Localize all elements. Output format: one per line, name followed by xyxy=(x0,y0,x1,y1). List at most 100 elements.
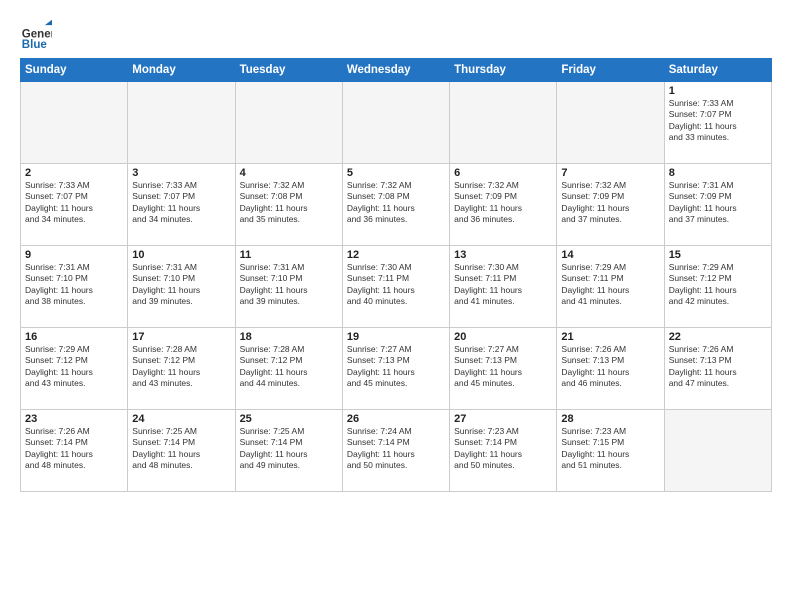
day-number: 16 xyxy=(25,331,123,343)
day-detail-text: Sunrise: 7:30 AM Sunset: 7:11 PM Dayligh… xyxy=(347,262,445,308)
calendar-day-2: 2Sunrise: 7:33 AM Sunset: 7:07 PM Daylig… xyxy=(21,164,128,246)
day-number: 19 xyxy=(347,331,445,343)
day-number: 1 xyxy=(669,85,767,97)
calendar-day-empty xyxy=(557,82,664,164)
calendar-day-9: 9Sunrise: 7:31 AM Sunset: 7:10 PM Daylig… xyxy=(21,246,128,328)
day-detail-text: Sunrise: 7:29 AM Sunset: 7:11 PM Dayligh… xyxy=(561,262,659,308)
day-number: 15 xyxy=(669,249,767,261)
calendar-day-28: 28Sunrise: 7:23 AM Sunset: 7:15 PM Dayli… xyxy=(557,410,664,492)
calendar-day-empty xyxy=(342,82,449,164)
day-detail-text: Sunrise: 7:33 AM Sunset: 7:07 PM Dayligh… xyxy=(669,98,767,144)
calendar-day-24: 24Sunrise: 7:25 AM Sunset: 7:14 PM Dayli… xyxy=(128,410,235,492)
calendar-day-14: 14Sunrise: 7:29 AM Sunset: 7:11 PM Dayli… xyxy=(557,246,664,328)
day-number: 27 xyxy=(454,413,552,425)
logo: General Blue xyxy=(20,18,52,50)
day-header-sunday: Sunday xyxy=(21,59,128,82)
day-number: 24 xyxy=(132,413,230,425)
calendar-table: SundayMondayTuesdayWednesdayThursdayFrid… xyxy=(20,58,772,492)
day-number: 21 xyxy=(561,331,659,343)
calendar-day-22: 22Sunrise: 7:26 AM Sunset: 7:13 PM Dayli… xyxy=(664,328,771,410)
calendar-day-empty xyxy=(664,410,771,492)
calendar-day-23: 23Sunrise: 7:26 AM Sunset: 7:14 PM Dayli… xyxy=(21,410,128,492)
calendar-week-3: 9Sunrise: 7:31 AM Sunset: 7:10 PM Daylig… xyxy=(21,246,772,328)
calendar-day-18: 18Sunrise: 7:28 AM Sunset: 7:12 PM Dayli… xyxy=(235,328,342,410)
calendar-day-15: 15Sunrise: 7:29 AM Sunset: 7:12 PM Dayli… xyxy=(664,246,771,328)
calendar-day-empty xyxy=(21,82,128,164)
day-number: 3 xyxy=(132,167,230,179)
day-detail-text: Sunrise: 7:32 AM Sunset: 7:08 PM Dayligh… xyxy=(347,180,445,226)
day-header-monday: Monday xyxy=(128,59,235,82)
day-number: 17 xyxy=(132,331,230,343)
calendar-day-19: 19Sunrise: 7:27 AM Sunset: 7:13 PM Dayli… xyxy=(342,328,449,410)
day-detail-text: Sunrise: 7:29 AM Sunset: 7:12 PM Dayligh… xyxy=(25,344,123,390)
day-detail-text: Sunrise: 7:23 AM Sunset: 7:14 PM Dayligh… xyxy=(454,426,552,472)
calendar-week-4: 16Sunrise: 7:29 AM Sunset: 7:12 PM Dayli… xyxy=(21,328,772,410)
day-number: 20 xyxy=(454,331,552,343)
calendar-day-5: 5Sunrise: 7:32 AM Sunset: 7:08 PM Daylig… xyxy=(342,164,449,246)
day-number: 10 xyxy=(132,249,230,261)
day-detail-text: Sunrise: 7:31 AM Sunset: 7:10 PM Dayligh… xyxy=(25,262,123,308)
day-detail-text: Sunrise: 7:31 AM Sunset: 7:10 PM Dayligh… xyxy=(132,262,230,308)
calendar-day-21: 21Sunrise: 7:26 AM Sunset: 7:13 PM Dayli… xyxy=(557,328,664,410)
calendar-day-11: 11Sunrise: 7:31 AM Sunset: 7:10 PM Dayli… xyxy=(235,246,342,328)
day-number: 14 xyxy=(561,249,659,261)
calendar-day-20: 20Sunrise: 7:27 AM Sunset: 7:13 PM Dayli… xyxy=(450,328,557,410)
calendar-day-16: 16Sunrise: 7:29 AM Sunset: 7:12 PM Dayli… xyxy=(21,328,128,410)
calendar-body: 1Sunrise: 7:33 AM Sunset: 7:07 PM Daylig… xyxy=(21,82,772,492)
day-number: 25 xyxy=(240,413,338,425)
day-detail-text: Sunrise: 7:32 AM Sunset: 7:09 PM Dayligh… xyxy=(561,180,659,226)
calendar-day-7: 7Sunrise: 7:32 AM Sunset: 7:09 PM Daylig… xyxy=(557,164,664,246)
day-number: 4 xyxy=(240,167,338,179)
calendar-day-10: 10Sunrise: 7:31 AM Sunset: 7:10 PM Dayli… xyxy=(128,246,235,328)
day-detail-text: Sunrise: 7:28 AM Sunset: 7:12 PM Dayligh… xyxy=(132,344,230,390)
day-number: 26 xyxy=(347,413,445,425)
logo-icon: General Blue xyxy=(20,18,52,50)
calendar-week-1: 1Sunrise: 7:33 AM Sunset: 7:07 PM Daylig… xyxy=(21,82,772,164)
calendar-day-1: 1Sunrise: 7:33 AM Sunset: 7:07 PM Daylig… xyxy=(664,82,771,164)
calendar-day-13: 13Sunrise: 7:30 AM Sunset: 7:11 PM Dayli… xyxy=(450,246,557,328)
calendar-day-empty xyxy=(450,82,557,164)
svg-text:Blue: Blue xyxy=(22,39,48,50)
calendar-day-empty xyxy=(128,82,235,164)
calendar-day-17: 17Sunrise: 7:28 AM Sunset: 7:12 PM Dayli… xyxy=(128,328,235,410)
day-detail-text: Sunrise: 7:29 AM Sunset: 7:12 PM Dayligh… xyxy=(669,262,767,308)
day-detail-text: Sunrise: 7:25 AM Sunset: 7:14 PM Dayligh… xyxy=(240,426,338,472)
day-detail-text: Sunrise: 7:24 AM Sunset: 7:14 PM Dayligh… xyxy=(347,426,445,472)
day-number: 11 xyxy=(240,249,338,261)
day-number: 5 xyxy=(347,167,445,179)
calendar-header: General Blue xyxy=(20,18,772,50)
day-detail-text: Sunrise: 7:30 AM Sunset: 7:11 PM Dayligh… xyxy=(454,262,552,308)
day-detail-text: Sunrise: 7:26 AM Sunset: 7:13 PM Dayligh… xyxy=(669,344,767,390)
day-detail-text: Sunrise: 7:27 AM Sunset: 7:13 PM Dayligh… xyxy=(454,344,552,390)
day-number: 22 xyxy=(669,331,767,343)
day-headers-row: SundayMondayTuesdayWednesdayThursdayFrid… xyxy=(21,59,772,82)
calendar-day-26: 26Sunrise: 7:24 AM Sunset: 7:14 PM Dayli… xyxy=(342,410,449,492)
day-number: 12 xyxy=(347,249,445,261)
day-number: 7 xyxy=(561,167,659,179)
day-number: 23 xyxy=(25,413,123,425)
calendar-day-3: 3Sunrise: 7:33 AM Sunset: 7:07 PM Daylig… xyxy=(128,164,235,246)
calendar-day-8: 8Sunrise: 7:31 AM Sunset: 7:09 PM Daylig… xyxy=(664,164,771,246)
day-detail-text: Sunrise: 7:25 AM Sunset: 7:14 PM Dayligh… xyxy=(132,426,230,472)
day-detail-text: Sunrise: 7:33 AM Sunset: 7:07 PM Dayligh… xyxy=(25,180,123,226)
day-header-thursday: Thursday xyxy=(450,59,557,82)
calendar-day-empty xyxy=(235,82,342,164)
day-detail-text: Sunrise: 7:31 AM Sunset: 7:10 PM Dayligh… xyxy=(240,262,338,308)
day-detail-text: Sunrise: 7:33 AM Sunset: 7:07 PM Dayligh… xyxy=(132,180,230,226)
day-detail-text: Sunrise: 7:26 AM Sunset: 7:14 PM Dayligh… xyxy=(25,426,123,472)
calendar-day-27: 27Sunrise: 7:23 AM Sunset: 7:14 PM Dayli… xyxy=(450,410,557,492)
day-number: 18 xyxy=(240,331,338,343)
day-header-friday: Friday xyxy=(557,59,664,82)
calendar-week-5: 23Sunrise: 7:26 AM Sunset: 7:14 PM Dayli… xyxy=(21,410,772,492)
day-header-saturday: Saturday xyxy=(664,59,771,82)
calendar-day-6: 6Sunrise: 7:32 AM Sunset: 7:09 PM Daylig… xyxy=(450,164,557,246)
day-number: 6 xyxy=(454,167,552,179)
day-detail-text: Sunrise: 7:31 AM Sunset: 7:09 PM Dayligh… xyxy=(669,180,767,226)
calendar-day-4: 4Sunrise: 7:32 AM Sunset: 7:08 PM Daylig… xyxy=(235,164,342,246)
day-detail-text: Sunrise: 7:32 AM Sunset: 7:08 PM Dayligh… xyxy=(240,180,338,226)
day-detail-text: Sunrise: 7:32 AM Sunset: 7:09 PM Dayligh… xyxy=(454,180,552,226)
day-header-tuesday: Tuesday xyxy=(235,59,342,82)
day-detail-text: Sunrise: 7:28 AM Sunset: 7:12 PM Dayligh… xyxy=(240,344,338,390)
day-number: 13 xyxy=(454,249,552,261)
calendar-day-12: 12Sunrise: 7:30 AM Sunset: 7:11 PM Dayli… xyxy=(342,246,449,328)
